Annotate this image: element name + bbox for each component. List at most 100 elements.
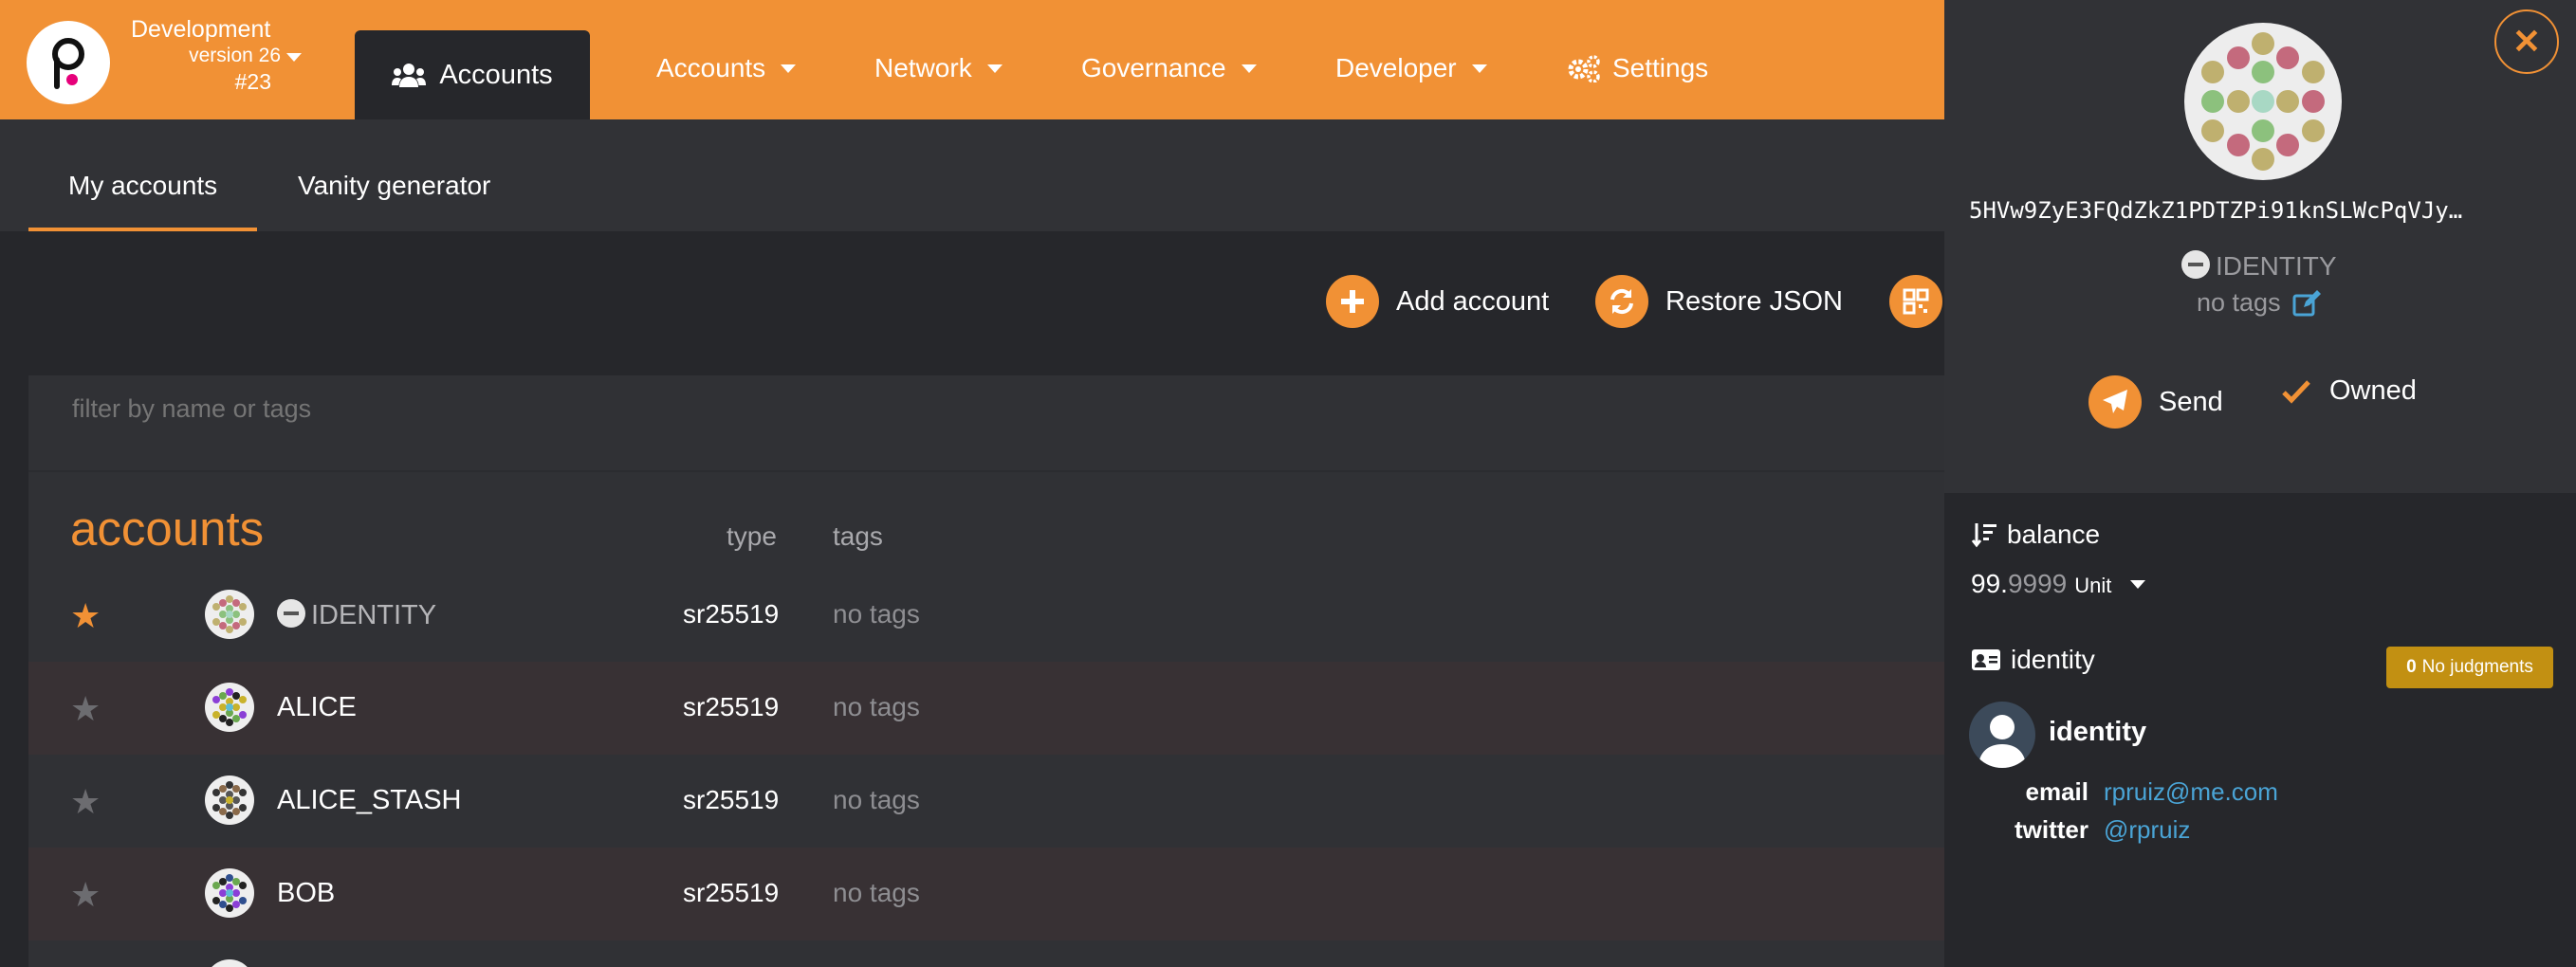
divider (28, 470, 1944, 472)
sub-nav: My accounts Vanity generator (0, 119, 1944, 231)
polkadot-logo[interactable] (27, 21, 110, 104)
balance-unit: Unit (2074, 574, 2112, 597)
nav-accounts[interactable]: Accounts (656, 53, 797, 83)
polkadot-logo-icon (52, 38, 84, 89)
star-icon[interactable]: ★ (70, 785, 101, 819)
no-identity-icon (277, 599, 305, 628)
sidebar-identity-name: IDENTITY (2181, 250, 2337, 282)
account-type: sr25519 (683, 785, 780, 814)
check-icon (2282, 379, 2310, 404)
chain-version: version 26 (189, 45, 281, 66)
accounts-title: accounts (70, 502, 265, 556)
sync-icon (1595, 275, 1648, 328)
tab-accounts-active[interactable]: Accounts (355, 30, 590, 119)
identicon-avatar[interactable] (205, 683, 254, 732)
balance-value[interactable]: 99.9999 Unit (1971, 569, 2146, 599)
account-name[interactable]: ALICE (277, 692, 357, 723)
edit-icon[interactable] (2292, 289, 2321, 317)
account-name[interactable]: ALICE_STASH (277, 785, 461, 816)
table-row[interactable]: ★ ALICE sr25519 no tags (28, 662, 1944, 755)
tab-vanity-generator[interactable]: Vanity generator (298, 171, 490, 201)
add-account-button[interactable]: Add account (1326, 275, 1549, 328)
twitter-key: twitter (2015, 815, 2088, 844)
balance-label: balance (2007, 520, 2101, 549)
user-icon (1978, 715, 2026, 768)
nav-network[interactable]: Network (874, 53, 1003, 83)
sidebar-identity-label: IDENTITY (2216, 251, 2337, 281)
sidebar-identicon[interactable] (2184, 23, 2342, 180)
star-icon[interactable]: ★ (70, 692, 101, 726)
nav-network-label: Network (874, 53, 972, 82)
active-tab-underline (28, 228, 257, 231)
account-name[interactable]: BOB (277, 878, 335, 909)
twitter-link[interactable]: @rpruiz (2104, 815, 2190, 845)
gears-icon (1568, 55, 1600, 82)
add-account-label: Add account (1396, 285, 1550, 317)
owned-label: Owned (2329, 375, 2417, 406)
no-identity-icon (2181, 250, 2210, 279)
tab-accounts-label: Accounts (439, 59, 553, 90)
star-icon[interactable]: ★ (70, 878, 101, 912)
table-row[interactable]: ★ IDENTITY sr25519 no tags (28, 569, 1944, 662)
nav-developer[interactable]: Developer (1335, 53, 1487, 83)
chain-block: #23 (234, 69, 271, 94)
identity-avatar (1969, 702, 2035, 768)
chevron-down-icon (781, 64, 797, 73)
close-icon[interactable]: ✕ (2494, 9, 2559, 74)
sort-amount-icon (1971, 523, 1996, 548)
account-name-label: IDENTITY (311, 600, 437, 630)
email-key: email (2025, 777, 2089, 806)
filter-input[interactable] (72, 394, 926, 424)
id-card-icon (1972, 649, 2000, 670)
chevron-down-icon (1241, 64, 1257, 73)
star-icon[interactable]: ★ (70, 599, 101, 633)
nav-settings[interactable]: Settings (1567, 53, 1708, 83)
qr-account-button[interactable] (1889, 275, 1942, 328)
nav-settings-label: Settings (1612, 53, 1709, 82)
account-name[interactable]: IDENTITY (277, 599, 436, 631)
identicon-avatar[interactable] (205, 868, 254, 918)
account-tags: no tags (833, 692, 920, 721)
account-address[interactable]: 5HVw9ZyE3FQdZkZ1PDTZPi91knSLWcPqVJy… (1969, 197, 2557, 224)
email-link[interactable]: rpruiz@me.com (2104, 777, 2278, 807)
sidebar-tags: no tags (2197, 288, 2321, 318)
nav-governance-label: Governance (1081, 53, 1226, 82)
judgments-count: 0 (2406, 657, 2417, 677)
balance-int-text: 99. (1971, 569, 2008, 598)
chevron-down-icon[interactable] (2130, 579, 2146, 589)
account-tags: no tags (833, 599, 920, 629)
send-label: Send (2159, 386, 2223, 417)
judgments-text: No judgments (2421, 657, 2533, 677)
send-button[interactable]: Send (2088, 375, 2223, 429)
chain-name: Development (131, 16, 271, 43)
account-type: sr25519 (683, 599, 780, 629)
account-tags: no tags (833, 785, 920, 814)
restore-json-label: Restore JSON (1665, 285, 1843, 317)
nav-developer-label: Developer (1335, 53, 1457, 82)
table-row[interactable]: ★ ALICE_STASH sr25519 no tags (28, 755, 1944, 848)
chain-chevron-down-icon[interactable] (286, 53, 302, 62)
balance-decimal: 9999 (2007, 569, 2068, 598)
balance-int: 99.9999 (1971, 569, 2067, 599)
identity-heading: identity (1971, 645, 2095, 675)
sidebar-tags-label: no tags (2197, 288, 2281, 317)
identicon-avatar[interactable] (205, 775, 254, 825)
qrcode-icon (1889, 275, 1942, 328)
balance-heading: balance (1971, 520, 2100, 550)
chevron-down-icon (986, 64, 1003, 73)
tab-my-accounts[interactable]: My accounts (68, 171, 217, 201)
identicon-avatar[interactable] (205, 590, 254, 639)
chevron-down-icon (1471, 64, 1487, 73)
nav-governance[interactable]: Governance (1081, 53, 1257, 83)
owned-status: Owned (2282, 375, 2417, 407)
table-row[interactable]: ★ BOB sr25519 no tags (28, 848, 1944, 940)
nav-accounts-label: Accounts (656, 53, 766, 82)
chain-selector[interactable]: Development version 26 #23 (131, 15, 307, 95)
users-icon (392, 64, 427, 87)
judgments-badge: 0 No judgments (2386, 647, 2553, 688)
account-type: sr25519 (683, 878, 780, 907)
column-header-type: type (727, 521, 777, 551)
restore-json-button[interactable]: Restore JSON (1595, 275, 1843, 328)
plus-icon (1326, 275, 1379, 328)
identity-display-name: identity (2049, 717, 2147, 747)
